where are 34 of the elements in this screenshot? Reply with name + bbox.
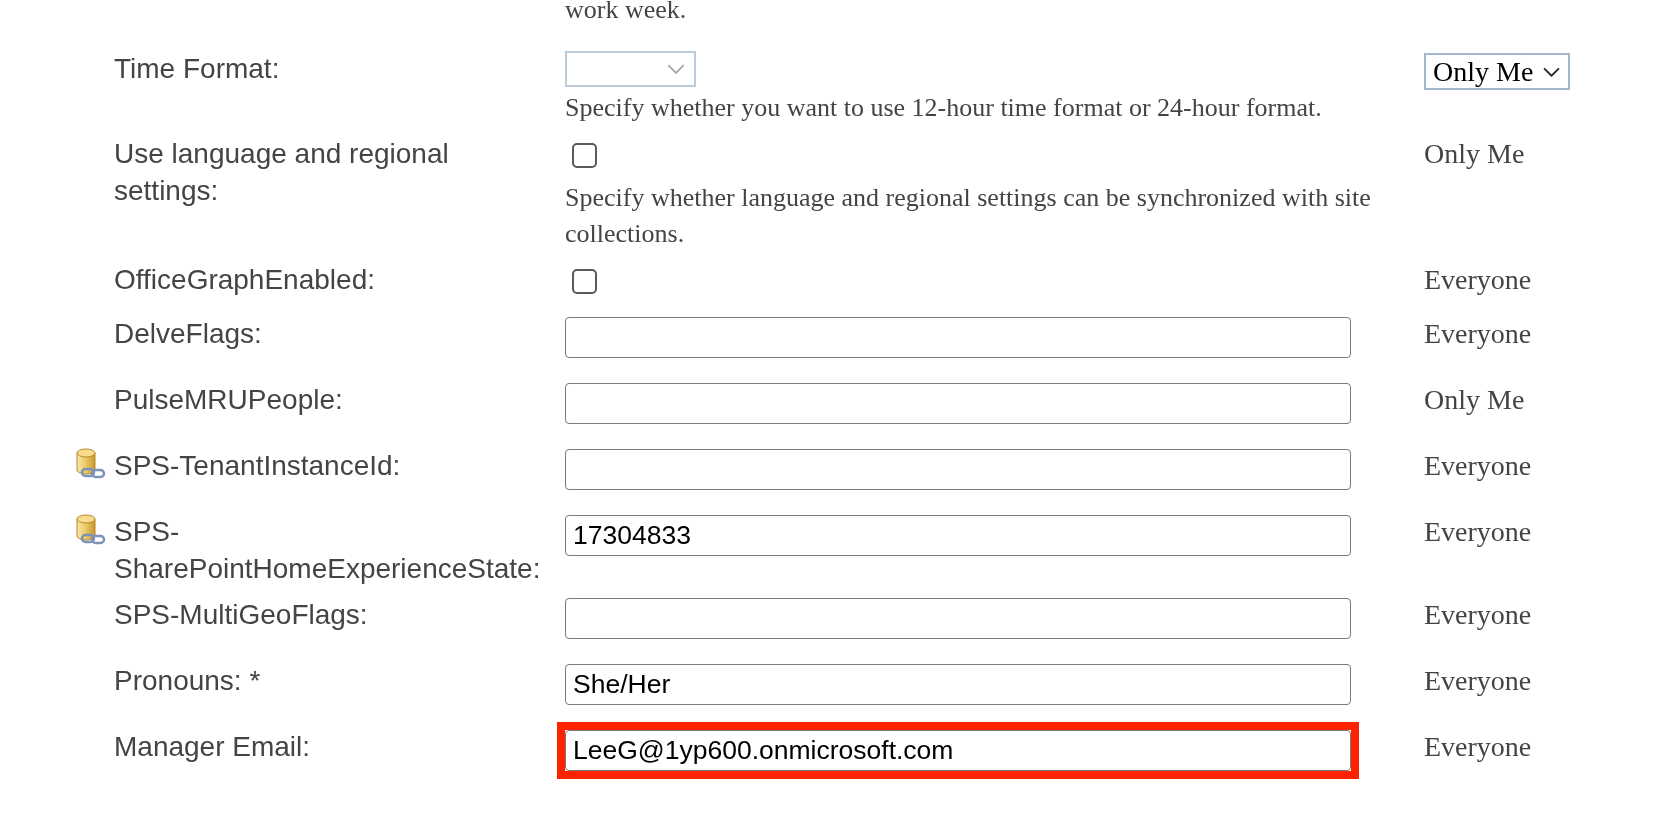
text-field[interactable]: She/Her [565,664,1351,705]
privacy-text: Everyone [1424,515,1532,549]
privacy-text: Everyone [1424,598,1532,632]
field-label: Manager Email: [114,730,312,764]
field-label: Pronouns: * [114,664,262,698]
privacy-text: Everyone [1424,664,1532,698]
description-text: work week. [565,0,687,26]
text-field[interactable]: LeeG@1yp600.onmicrosoft.com [565,730,1351,771]
text-field[interactable]: 17304833 [565,515,1351,556]
privacy-text: Only Me [1424,137,1525,171]
privacy-text: Only Me [1424,383,1525,417]
checkbox[interactable] [572,143,597,168]
text-field[interactable] [565,383,1351,424]
field-label: Time Format: [114,52,281,86]
field-label: PulseMRUPeople: [114,383,344,417]
text-field[interactable] [565,449,1351,490]
text-field[interactable] [565,598,1351,639]
field-label: SPS-TenantInstanceId: [114,449,402,483]
privacy-text: Everyone [1424,317,1532,351]
field-label: Use language and regional settings: [114,137,450,208]
privacy-text: Everyone [1424,263,1532,297]
field-label: SPS-SharePointHomeExperienceState: [114,515,542,586]
checkbox[interactable] [572,269,597,294]
field-label: DelveFlags: [114,317,263,351]
field-label: OfficeGraphEnabled: [114,263,376,297]
text-field[interactable] [565,317,1351,358]
description-text: Specify whether you want to use 12-hour time format or 24-hour format. [565,92,1322,124]
chevron-down-icon [667,64,685,74]
privacy-text: Everyone [1424,449,1532,483]
field-label: SPS-MultiGeoFlags: [114,598,369,632]
privacy-text: Everyone [1424,730,1532,764]
chevron-down-icon [1543,66,1561,77]
privacy-dropdown[interactable]: Only Me [1424,53,1571,90]
description-text: Specify whether language and regional settings can be synchronized with site collections. [565,182,1372,250]
